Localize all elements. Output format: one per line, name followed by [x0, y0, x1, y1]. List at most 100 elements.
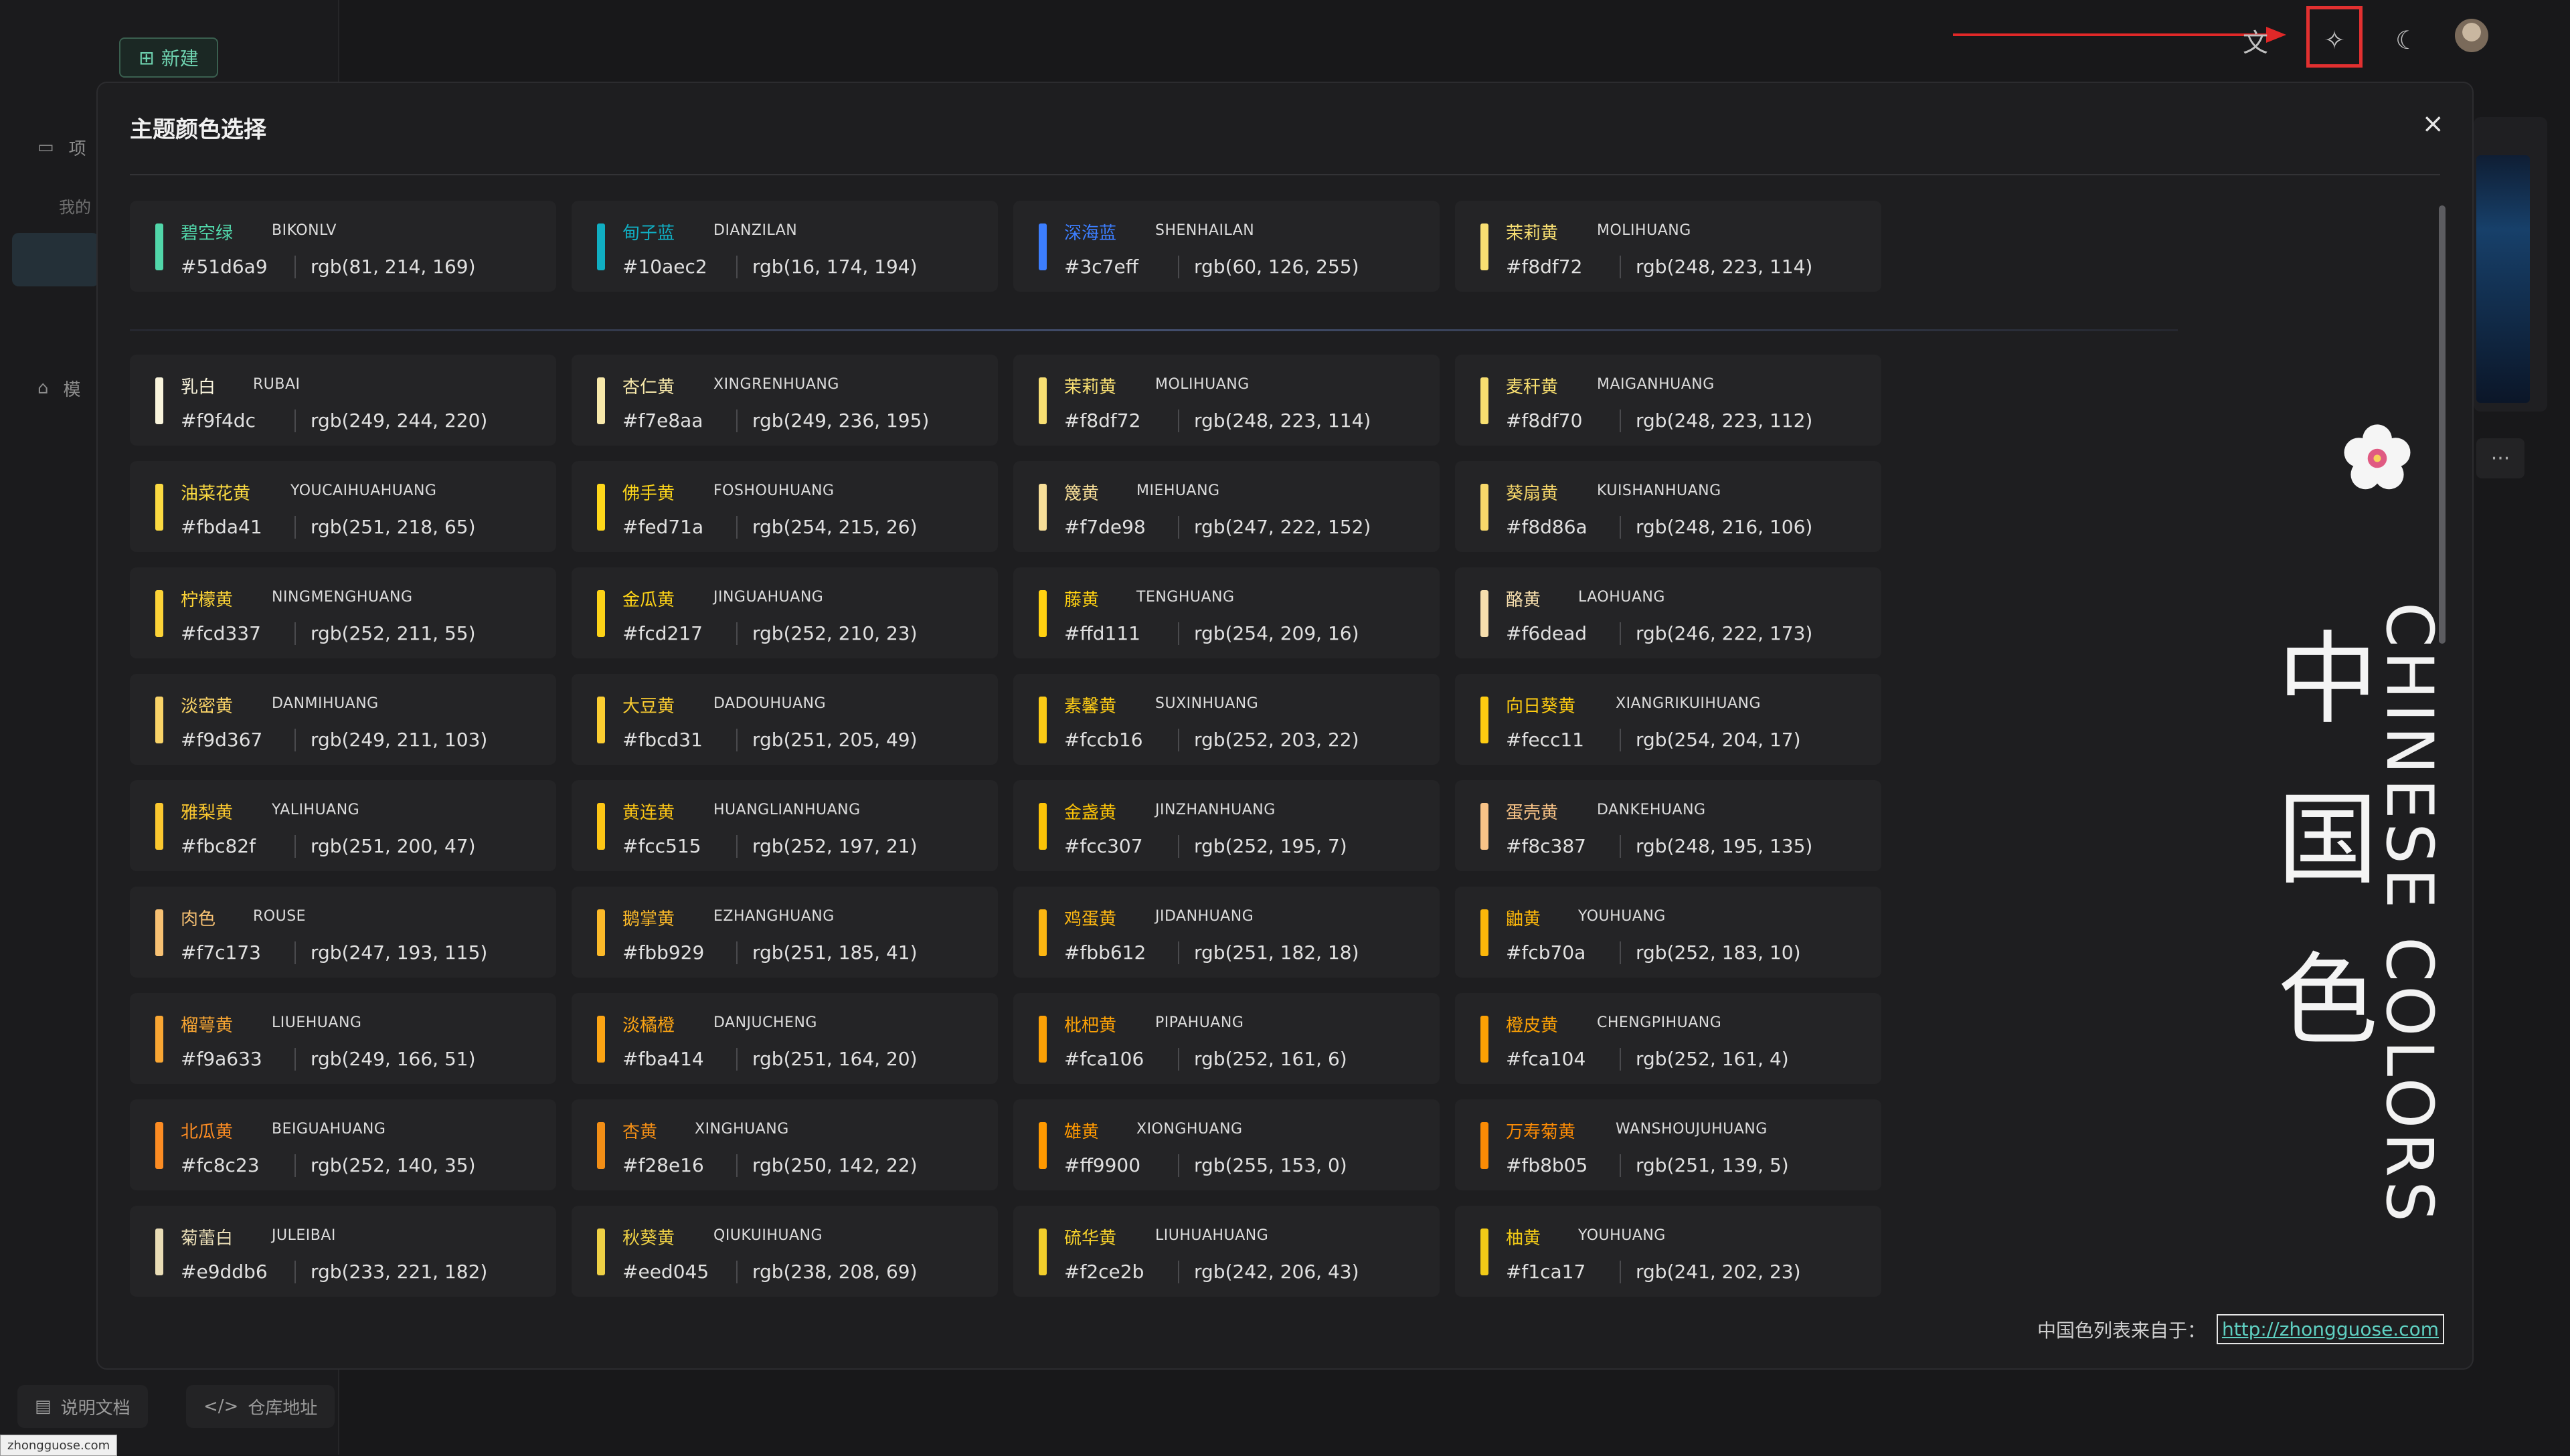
color-rgb: rgb(252, 161, 6): [1178, 1048, 1347, 1071]
color-card[interactable]: 甸子蓝 DIANZILAN #10aec2 rgb(16, 174, 194): [572, 201, 998, 292]
color-card[interactable]: 橙皮黄 CHENGPIHUANG #fca104 rgb(252, 161, 4): [1455, 993, 1881, 1084]
color-hex: #fc8c23: [181, 1154, 260, 1176]
color-swatch: [155, 697, 163, 743]
color-name: 深海蓝: [1064, 223, 1117, 244]
color-card[interactable]: 淡橘橙 DANJUCHENG #fba414 rgb(251, 164, 20): [572, 993, 998, 1084]
color-swatch: [155, 484, 163, 531]
color-hex: #fba414: [622, 1048, 704, 1070]
color-card[interactable]: 金瓜黄 JINGUAHUANG #fcd217 rgb(252, 210, 23): [572, 567, 998, 658]
color-hex: #f8c387: [1506, 835, 1586, 857]
color-card[interactable]: 柚黄 YOUHUANG #f1ca17 rgb(241, 202, 23): [1455, 1206, 1881, 1297]
color-hex: #f9a633: [181, 1048, 262, 1070]
color-card[interactable]: 佛手黄 FOSHOUHUANG #fed71a rgb(254, 215, 26): [572, 461, 998, 552]
color-hex: #f7de98: [1064, 516, 1146, 538]
color-pinyin: WANSHOUJUHUANG: [1616, 1121, 1768, 1138]
color-pinyin: LIUHUAHUANG: [1155, 1227, 1269, 1244]
color-card[interactable]: 秋葵黄 QIUKUIHUANG #eed045 rgb(238, 208, 69): [572, 1206, 998, 1297]
color-card[interactable]: 杏黄 XINGHUANG #f28e16 rgb(250, 142, 22): [572, 1099, 998, 1190]
color-swatch: [597, 1016, 605, 1063]
color-swatch: [1039, 1228, 1047, 1275]
color-hex: #f28e16: [622, 1154, 704, 1176]
color-swatch: [155, 590, 163, 637]
color-rgb: rgb(247, 222, 152): [1178, 516, 1371, 539]
color-pinyin: DANMIHUANG: [272, 695, 379, 712]
color-rgb: rgb(254, 209, 16): [1178, 622, 1359, 645]
color-pinyin: XINGHUANG: [695, 1121, 789, 1138]
color-card[interactable]: 柠檬黄 NINGMENGHUANG #fcd337 rgb(252, 211, 55): [130, 567, 556, 658]
color-swatch: [597, 377, 605, 424]
color-card[interactable]: 菊蕾白 JULEIBAI #e9ddb6 rgb(233, 221, 182): [130, 1206, 556, 1297]
color-rgb: rgb(248, 223, 114): [1178, 410, 1371, 432]
color-card[interactable]: 油菜花黄 YOUCAIHUAHUANG #fbda41 rgb(251, 218, 6…: [130, 461, 556, 552]
color-swatch: [1039, 909, 1047, 956]
store-icon: ⌂: [37, 378, 49, 398]
sidebar-item-store[interactable]: ⌂ 模: [37, 375, 104, 401]
color-card[interactable]: 篾黄 MIEHUANG #f7de98 rgb(247, 222, 152): [1013, 461, 1440, 552]
color-hex: #fbda41: [181, 516, 262, 538]
repo-button[interactable]: </> 仓库地址: [186, 1385, 335, 1428]
color-hex: #fbb612: [1064, 941, 1146, 964]
color-name: 佛手黄: [622, 484, 675, 504]
moon-icon[interactable]: ☾: [2387, 20, 2427, 60]
magic-wand-icon[interactable]: ✧: [2314, 20, 2354, 60]
color-card[interactable]: 乳白 RUBAI #f9f4dc rgb(249, 244, 220): [130, 355, 556, 446]
color-card[interactable]: 肉色 ROUSE #f7c173 rgb(247, 193, 115): [130, 887, 556, 978]
color-card[interactable]: 大豆黄 DADOUHUANG #fbcd31 rgb(251, 205, 49): [572, 674, 998, 765]
color-swatch: [1039, 1122, 1047, 1169]
color-swatch: [1480, 1016, 1488, 1063]
color-swatch: [597, 697, 605, 743]
color-name: 甸子蓝: [622, 223, 675, 244]
color-card[interactable]: 碧空绿 BIKONLV #51d6a9 rgb(81, 214, 169): [130, 201, 556, 292]
color-card[interactable]: 淡密黄 DANMIHUANG #f9d367 rgb(249, 211, 103): [130, 674, 556, 765]
color-name: 乳白: [181, 377, 216, 397]
color-card[interactable]: 万寿菊黄 WANSHOUJUHUANG #fb8b05 rgb(251, 139, 5…: [1455, 1099, 1881, 1190]
color-card[interactable]: 酪黄 LAOHUANG #f6dead rgb(246, 222, 173): [1455, 567, 1881, 658]
color-card[interactable]: 北瓜黄 BEIGUAHUANG #fc8c23 rgb(252, 140, 35): [130, 1099, 556, 1190]
sidebar-item-active[interactable]: [12, 233, 99, 286]
color-card[interactable]: 鸡蛋黄 JIDANHUANG #fbb612 rgb(251, 182, 18): [1013, 887, 1440, 978]
color-card[interactable]: 藤黄 TENGHUANG #ffd111 rgb(254, 209, 16): [1013, 567, 1440, 658]
color-card[interactable]: 硫华黄 LIUHUAHUANG #f2ce2b rgb(242, 206, 43): [1013, 1206, 1440, 1297]
color-card[interactable]: 葵扇黄 KUISHANHUANG #f8d86a rgb(248, 216, 106): [1455, 461, 1881, 552]
color-rgb: rgb(249, 244, 220): [294, 410, 487, 432]
close-icon[interactable]: ×: [2421, 108, 2444, 139]
color-card[interactable]: 黄连黄 HUANGLIANHUANG #fcc515 rgb(252, 197, 21…: [572, 780, 998, 871]
color-card[interactable]: 杏仁黄 XINGRENHUANG #f7e8aa rgb(249, 236, 195): [572, 355, 998, 446]
avatar[interactable]: [2455, 19, 2488, 52]
color-card[interactable]: 鼬黄 YOUHUANG #fcb70a rgb(252, 183, 10): [1455, 887, 1881, 978]
color-name: 北瓜黄: [181, 1122, 234, 1142]
color-card[interactable]: 茉莉黄 MOLIHUANG #f8df72 rgb(248, 223, 114): [1013, 355, 1440, 446]
color-name: 金瓜黄: [622, 590, 675, 610]
color-hex: #f8df72: [1064, 410, 1141, 432]
source-link[interactable]: http://zhongguose.com: [2216, 1314, 2444, 1344]
color-rgb: rgb(248, 195, 135): [1620, 835, 1812, 858]
color-card[interactable]: 榴萼黄 LIUEHUANG #f9a633 rgb(249, 166, 51): [130, 993, 556, 1084]
color-card[interactable]: 素馨黄 SUXINHUANG #fccb16 rgb(252, 203, 22): [1013, 674, 1440, 765]
color-card[interactable]: 鹅掌黄 EZHANGHUANG #fbb929 rgb(251, 185, 41): [572, 887, 998, 978]
color-rgb: rgb(246, 222, 173): [1620, 622, 1812, 645]
sidebar-item-project[interactable]: ▭ 项: [37, 134, 104, 161]
color-swatch: [155, 223, 163, 270]
color-rgb: rgb(241, 202, 23): [1620, 1261, 1801, 1283]
color-card[interactable]: 向日葵黄 XIANGRIKUIHUANG #fecc11 rgb(254, 204, …: [1455, 674, 1881, 765]
color-card[interactable]: 蛋壳黄 DANKEHUANG #f8c387 rgb(248, 195, 135): [1455, 780, 1881, 871]
color-card[interactable]: 麦秆黄 MAIGANHUANG #f8df70 rgb(248, 223, 112): [1455, 355, 1881, 446]
color-card[interactable]: 雅梨黄 YALIHUANG #fbc82f rgb(251, 200, 47): [130, 780, 556, 871]
color-card[interactable]: 茉莉黄 MOLIHUANG #f8df72 rgb(248, 223, 114): [1455, 201, 1881, 292]
color-rgb: rgb(255, 153, 0): [1178, 1154, 1347, 1177]
color-name: 茉莉黄: [1506, 223, 1559, 244]
color-swatch: [1039, 1016, 1047, 1063]
color-pinyin: YOUHUANG: [1578, 1227, 1666, 1244]
color-pinyin: JINGUAHUANG: [713, 589, 824, 606]
color-card[interactable]: 深海蓝 SHENHAILAN #3c7eff rgb(60, 126, 255): [1013, 201, 1440, 292]
docs-button[interactable]: ▤ 说明文档: [17, 1385, 148, 1428]
translate-icon[interactable]: 文: [2235, 20, 2276, 60]
color-card[interactable]: 枇杷黄 PIPAHUANG #fca106 rgb(252, 161, 6): [1013, 993, 1440, 1084]
new-button[interactable]: ⊞ 新建: [119, 37, 218, 78]
color-card[interactable]: 雄黄 XIONGHUANG #ff9900 rgb(255, 153, 0): [1013, 1099, 1440, 1190]
color-swatch: [1039, 590, 1047, 637]
color-rgb: rgb(252, 211, 55): [294, 622, 476, 645]
color-swatch: [1480, 909, 1488, 956]
color-rgb: rgb(248, 216, 106): [1620, 516, 1812, 539]
color-card[interactable]: 金盏黄 JINZHANHUANG #fcc307 rgb(252, 195, 7): [1013, 780, 1440, 871]
